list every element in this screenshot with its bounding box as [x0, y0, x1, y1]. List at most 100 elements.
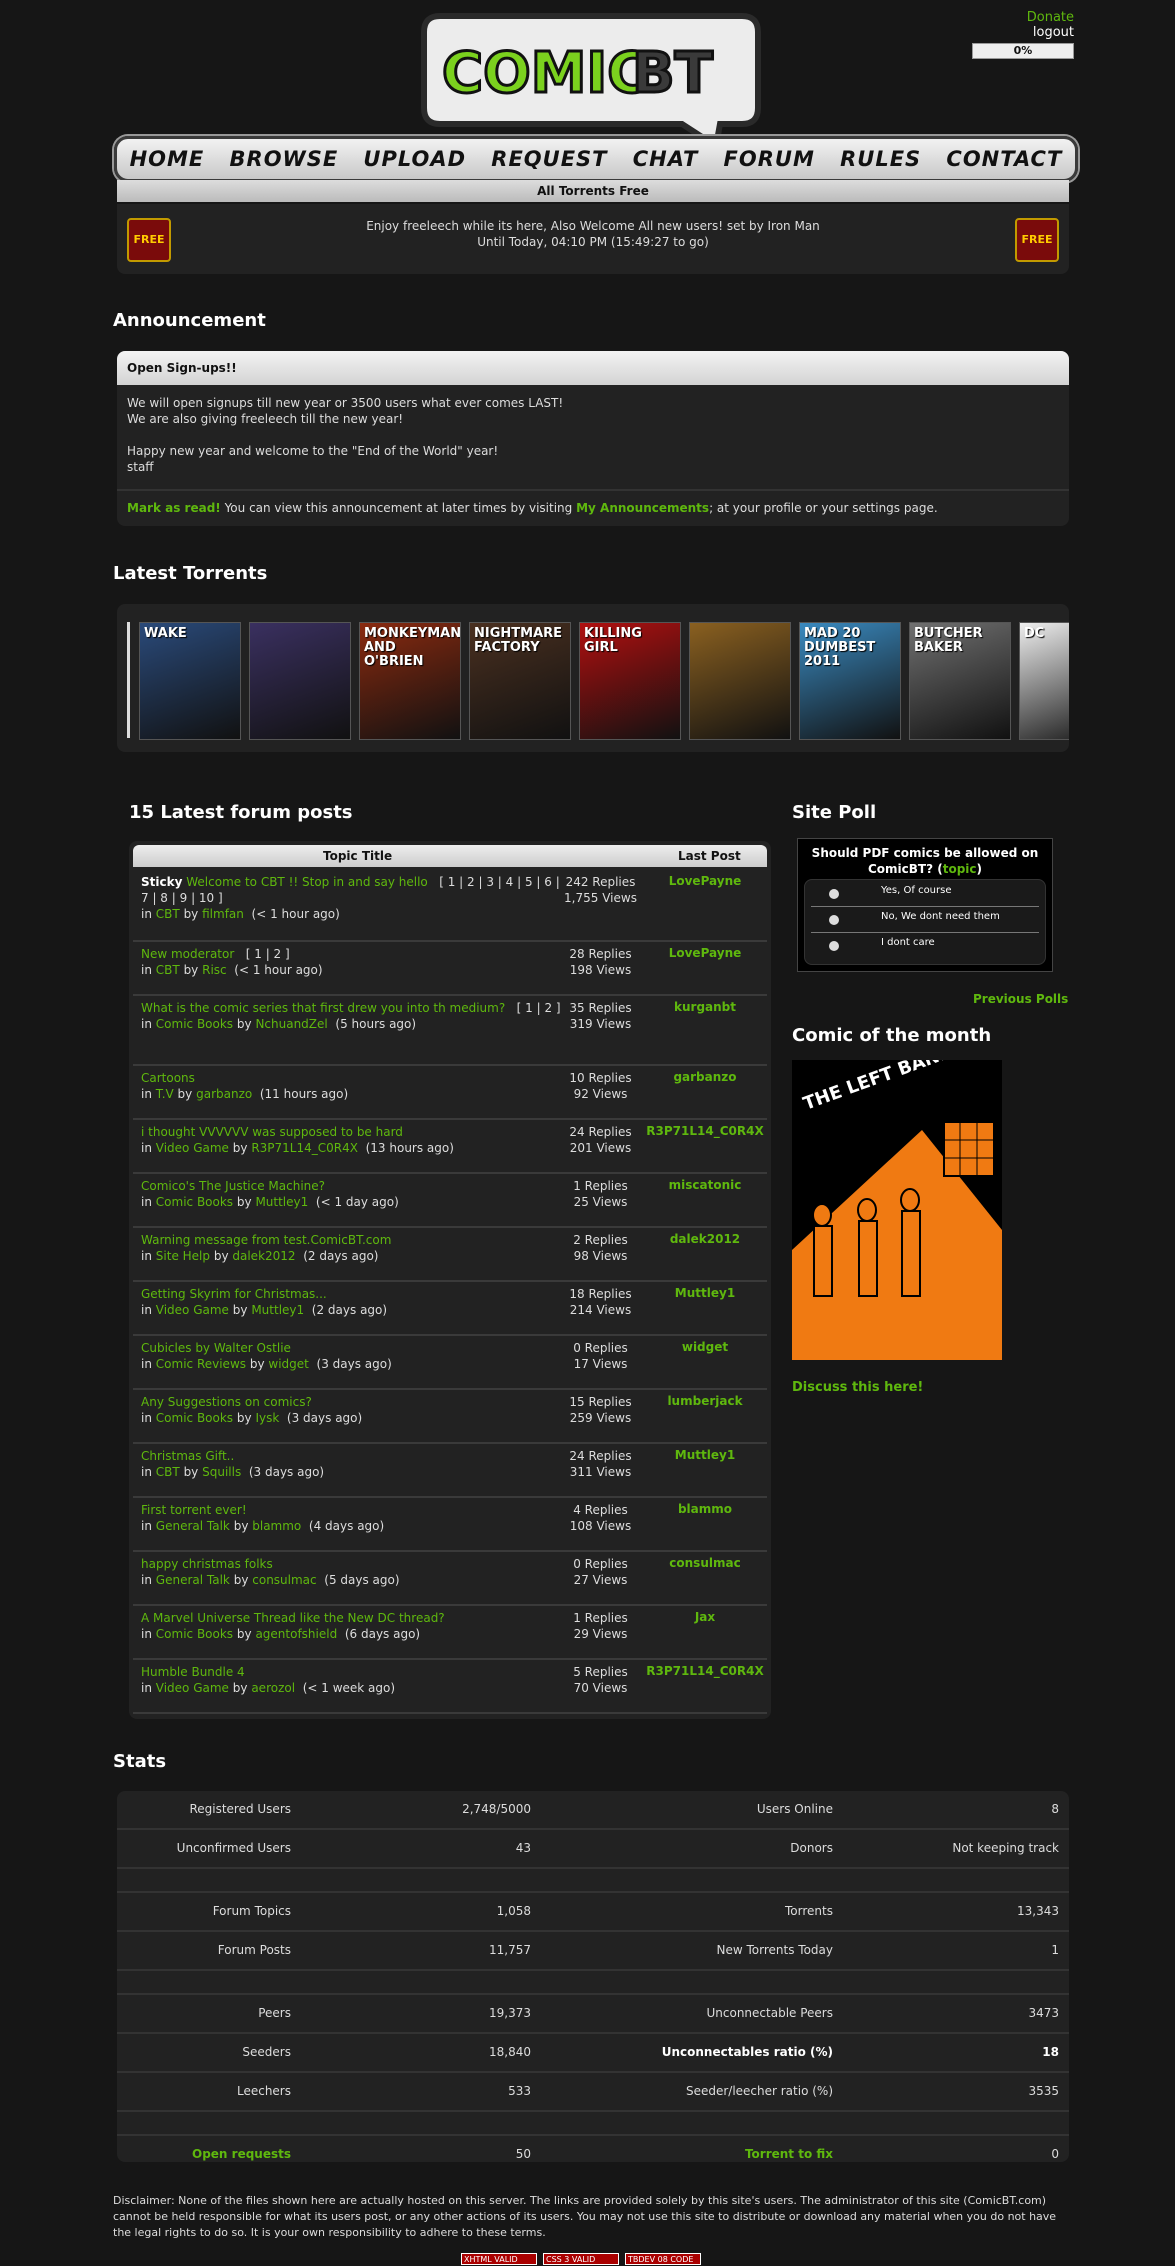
last-post-user[interactable]: widget	[643, 1340, 767, 1354]
last-post-user[interactable]: garbanzo	[643, 1070, 767, 1084]
last-post-user[interactable]: Jax	[643, 1610, 767, 1624]
forum-link[interactable]: Comic Books	[156, 1017, 233, 1031]
last-post-user[interactable]: R3P71L14_C0R4X	[643, 1124, 767, 1138]
forum-link[interactable]: Comic Books	[156, 1195, 233, 1209]
author-link[interactable]: Muttley1	[255, 1195, 308, 1209]
nav-request[interactable]: REQUEST	[491, 147, 607, 171]
author-link[interactable]: NchuandZel	[255, 1017, 327, 1031]
radio-icon[interactable]	[829, 915, 839, 925]
nav-upload[interactable]: UPLOAD	[363, 147, 466, 171]
donate-link[interactable]: Donate	[1027, 10, 1074, 25]
torrent-cover[interactable]: MONKEYMAN AND O'BRIEN	[359, 622, 461, 740]
radio-icon[interactable]	[829, 941, 839, 951]
forum-link[interactable]: Video Game	[156, 1141, 229, 1155]
stats-link[interactable]: Torrent to fix	[745, 2147, 833, 2161]
topic-link[interactable]: Welcome to CBT !! Stop in and say hello	[186, 875, 428, 889]
poll-option[interactable]: Yes, Of course	[811, 882, 1039, 907]
torrent-cover[interactable]: KILLING GIRL	[579, 622, 681, 740]
torrent-cover[interactable]: DC	[1019, 622, 1069, 740]
poll-option[interactable]: I dont care	[811, 934, 1039, 958]
nav-forum[interactable]: FORUM	[724, 147, 815, 171]
topic-link[interactable]: Getting Skyrim for Christmas...	[141, 1287, 327, 1301]
forum-link[interactable]: Video Game	[156, 1303, 229, 1317]
author-link[interactable]: agentofshield	[255, 1627, 337, 1641]
torrent-cover[interactable]: WAKE	[139, 622, 241, 740]
forum-link[interactable]: General Talk	[156, 1519, 230, 1533]
my-announcements-link[interactable]: My Announcements	[576, 501, 709, 515]
author-link[interactable]: Risc	[202, 963, 227, 977]
nav-chat[interactable]: CHAT	[633, 147, 699, 171]
post-age: (5 hours ago)	[335, 1017, 417, 1031]
author-link[interactable]: garbanzo	[196, 1087, 252, 1101]
last-post-user[interactable]: consulmac	[643, 1556, 767, 1570]
previous-polls-link[interactable]: Previous Polls	[973, 992, 1068, 1006]
forum-link[interactable]: Site Help	[156, 1249, 210, 1263]
nav-rules[interactable]: RULES	[840, 147, 921, 171]
nav-contact[interactable]: CONTACT	[946, 147, 1062, 171]
topic-link[interactable]: Warning message from test.ComicBT.com	[141, 1233, 391, 1247]
topic-link[interactable]: New moderator	[141, 947, 234, 961]
radio-icon[interactable]	[829, 889, 839, 899]
forum-link[interactable]: CBT	[156, 907, 180, 921]
author-link[interactable]: Squills	[202, 1465, 241, 1479]
author-link[interactable]: consulmac	[252, 1573, 316, 1587]
last-post-user[interactable]: miscatonic	[643, 1178, 767, 1192]
site-logo[interactable]: COMIC BT	[420, 10, 762, 151]
torrent-cover[interactable]	[689, 622, 791, 740]
torrent-cover[interactable]	[249, 622, 351, 740]
author-link[interactable]: Iysk	[255, 1411, 279, 1425]
logout-link[interactable]: logout	[1033, 25, 1074, 40]
author-link[interactable]: blammo	[252, 1519, 301, 1533]
forum-link[interactable]: Comic Reviews	[156, 1357, 246, 1371]
last-post-user[interactable]: blammo	[643, 1502, 767, 1516]
tbdev-badge[interactable]: TBDEV 08 CODE	[625, 2253, 701, 2265]
torrent-cover[interactable]: MAD 20 DUMBEST 2011	[799, 622, 901, 740]
author-link[interactable]: dalek2012	[232, 1249, 295, 1263]
discuss-link[interactable]: Discuss this here!	[792, 1380, 923, 1395]
nav-browse[interactable]: BROWSE	[230, 147, 339, 171]
topic-link[interactable]: Cubicles by Walter Ostlie	[141, 1341, 291, 1355]
topic-link[interactable]: Christmas Gift..	[141, 1449, 234, 1463]
forum-link[interactable]: CBT	[156, 1465, 180, 1479]
author-link[interactable]: widget	[268, 1357, 308, 1371]
last-post-user[interactable]: LovePayne	[643, 946, 767, 960]
last-post-user[interactable]: Muttley1	[643, 1448, 767, 1462]
last-post-user[interactable]: lumberjack	[643, 1394, 767, 1408]
author-link[interactable]: Muttley1	[251, 1303, 304, 1317]
last-post-user[interactable]: dalek2012	[643, 1232, 767, 1246]
last-post-user[interactable]: R3P71L14_C0R4X	[643, 1664, 767, 1678]
author-link[interactable]: filmfan	[202, 907, 244, 921]
forum-link[interactable]: Comic Books	[156, 1411, 233, 1425]
free-icon-right: FREE	[1015, 218, 1059, 262]
topic-link[interactable]: Cartoons	[141, 1071, 195, 1085]
topic-link[interactable]: Humble Bundle 4	[141, 1665, 245, 1679]
topic-link[interactable]: Comico's The Justice Machine?	[141, 1179, 325, 1193]
topic-link[interactable]: A Marvel Universe Thread like the New DC…	[141, 1611, 445, 1625]
nav-home[interactable]: HOME	[130, 147, 205, 171]
mark-as-read-link[interactable]: Mark as read!	[127, 501, 221, 515]
author-link[interactable]: aerozol	[251, 1681, 295, 1695]
torrent-cover[interactable]: BUTCHER BAKER	[909, 622, 1011, 740]
author-link[interactable]: R3P71L14_C0R4X	[251, 1141, 358, 1155]
forum-link[interactable]: T.V	[156, 1087, 174, 1101]
last-post-user[interactable]: Muttley1	[643, 1286, 767, 1300]
forum-link[interactable]: Video Game	[156, 1681, 229, 1695]
xhtml-badge[interactable]: XHTML VALID	[461, 2253, 537, 2265]
topic-link[interactable]: What is the comic series that first drew…	[141, 1001, 505, 1015]
comic-of-month-cover[interactable]: THE LEFT BANK GANG	[792, 1060, 1002, 1360]
topic-link[interactable]: Any Suggestions on comics?	[141, 1395, 312, 1409]
forum-link[interactable]: CBT	[156, 963, 180, 977]
css-badge[interactable]: CSS 3 VALID	[543, 2253, 619, 2265]
torrent-cover[interactable]: NIGHTMARE FACTORY	[469, 622, 571, 740]
stats-link[interactable]: Open requests	[192, 2147, 291, 2161]
last-post-user[interactable]: LovePayne	[643, 874, 767, 888]
forum-link[interactable]: Comic Books	[156, 1627, 233, 1641]
last-post-user[interactable]: kurganbt	[643, 1000, 767, 1014]
topic-link[interactable]: First torrent ever!	[141, 1503, 247, 1517]
poll-topic-link[interactable]: topic	[943, 862, 977, 876]
forum-link[interactable]: General Talk	[156, 1573, 230, 1587]
topic-pages[interactable]: [ 1 | 2 ]	[246, 947, 290, 961]
topic-link[interactable]: i thought VVVVVV was supposed to be hard	[141, 1125, 403, 1139]
poll-option[interactable]: No, We dont need them	[811, 908, 1039, 933]
topic-link[interactable]: happy christmas folks	[141, 1557, 273, 1571]
